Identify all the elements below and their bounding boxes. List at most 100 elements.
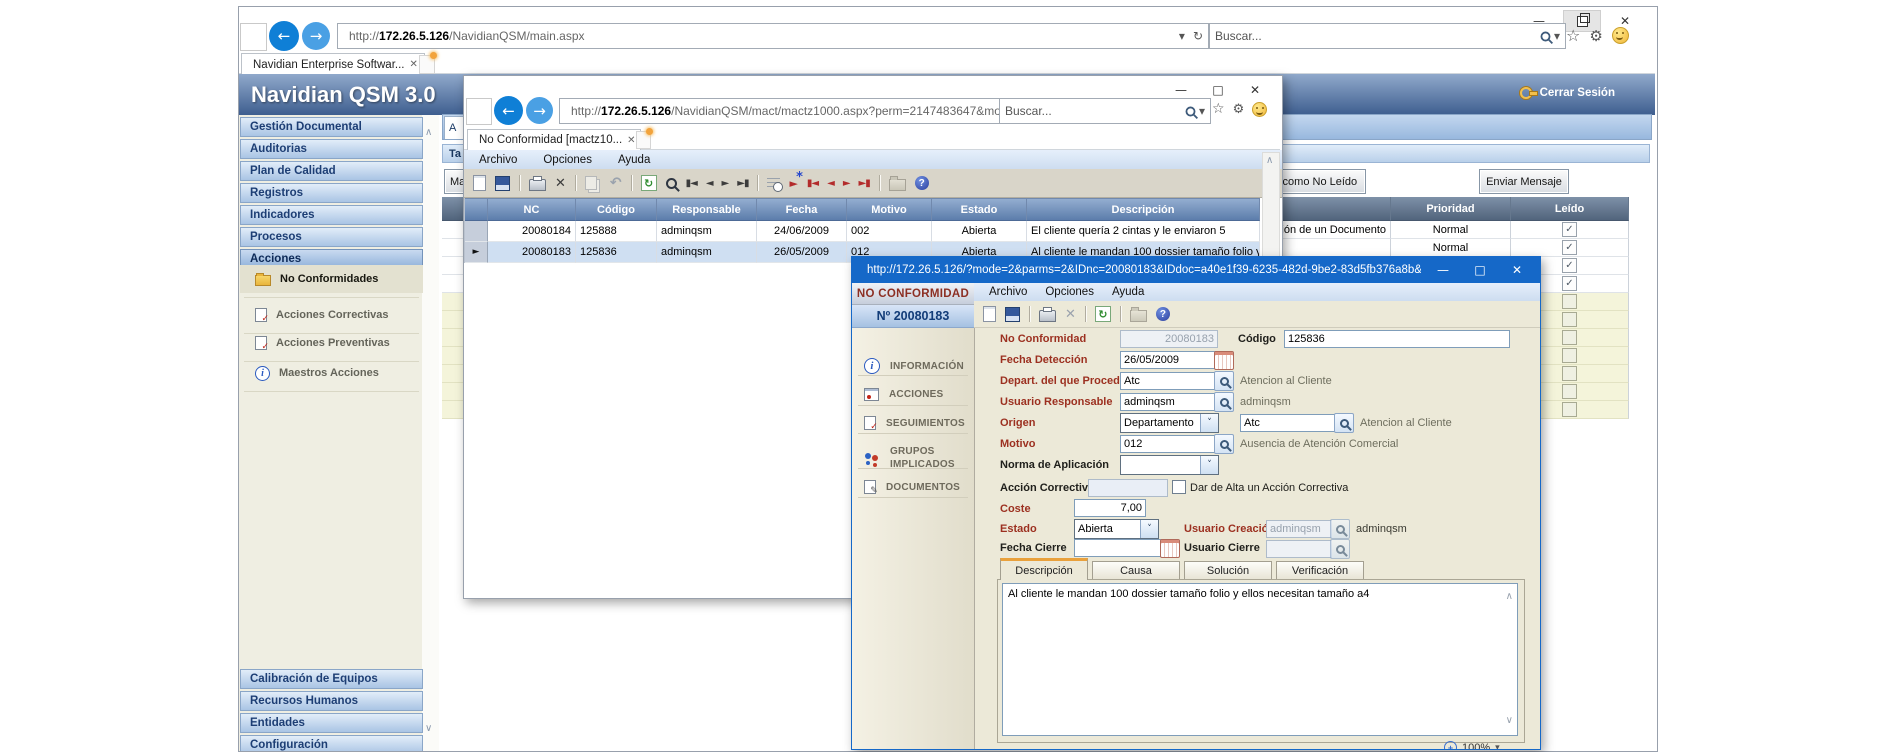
lookup-icon[interactable] [1330, 539, 1350, 559]
leido-checkbox[interactable] [1562, 402, 1577, 417]
sidebar-item-no-conformidades[interactable]: No Conformidades [240, 265, 423, 293]
new-tab-button[interactable] [636, 131, 651, 149]
print-icon[interactable] [529, 179, 546, 191]
field-fecha-deteccion[interactable]: 26/05/2009 [1120, 351, 1216, 369]
dar-alta-checkbox[interactable] [1172, 480, 1186, 494]
browser-tab[interactable]: No Conformidad [mactz10... ✕ [467, 129, 641, 151]
cell-nc[interactable]: 20080184 [488, 221, 576, 242]
lookup-icon[interactable] [1334, 413, 1354, 433]
cell-nc[interactable]: 20080183 [488, 242, 576, 263]
menu-ayuda[interactable]: Ayuda [1112, 286, 1144, 298]
leido-checkbox[interactable] [1562, 330, 1577, 345]
chevron-down-icon[interactable]: ▾ [1495, 743, 1500, 751]
close-button[interactable]: ✕ [1240, 80, 1270, 100]
col-header-descripcion[interactable]: Descripción [1027, 198, 1260, 221]
undo-icon[interactable]: ↶ [610, 175, 622, 191]
leido-checkbox[interactable] [1562, 312, 1577, 327]
sidebar-scroll-up-icon[interactable]: ∧ [425, 127, 432, 138]
panel-nav-acciones[interactable]: ACCIONES [864, 388, 943, 401]
lookup-icon[interactable] [1214, 371, 1234, 391]
next-record-icon[interactable]: ► [722, 178, 729, 189]
sidebar-item-recursos-humanos[interactable]: Recursos Humanos [240, 691, 423, 711]
chevron-down-icon[interactable]: ˅ [1140, 520, 1158, 538]
field-motivo[interactable]: 012 [1120, 435, 1216, 453]
sidebar-item-auditorias[interactable]: Auditorias [240, 139, 423, 159]
cell-prioridad[interactable]: Normal [1391, 239, 1511, 257]
cell-leido[interactable]: ✓ [1511, 221, 1629, 239]
folder-icon[interactable] [1130, 310, 1147, 322]
col-header-fecha[interactable]: Fecha [757, 198, 847, 221]
refresh-icon[interactable] [1095, 306, 1111, 322]
row-marker-cell[interactable]: ► [465, 242, 488, 263]
col-header-leido[interactable]: Leído [1511, 197, 1629, 221]
sidebar-item-registros[interactable]: Registros [240, 183, 423, 203]
menu-archivo[interactable]: Archivo [989, 286, 1027, 298]
panel-nav-informacion[interactable]: iINFORMACIÓN [864, 358, 964, 374]
col-header-motivo[interactable]: Motivo [847, 198, 932, 221]
new-record-icon[interactable]: ► [789, 177, 797, 190]
col-header-codigo[interactable]: Código [576, 198, 657, 221]
col-header-estado[interactable]: Estado [932, 198, 1027, 221]
zoom-status[interactable]: + 100% ▾ [1444, 741, 1500, 750]
prev-record-icon[interactable]: ◄ [706, 178, 713, 189]
tab-close-icon[interactable]: ✕ [627, 135, 635, 146]
calendar-icon[interactable] [1214, 351, 1234, 370]
cell-motivo[interactable]: 002 [847, 221, 932, 242]
save-icon[interactable] [495, 176, 510, 191]
panel-nav-documentos[interactable]: DOCUMENTOS [864, 480, 960, 494]
field-origen-code[interactable]: Atc [1240, 414, 1336, 432]
cell-responsable[interactable]: adminqsm [657, 242, 757, 263]
maximize-button[interactable]: □ [1203, 80, 1233, 100]
address-bar[interactable]: http://172.26.5.126/NavidianQSM/main.asp… [337, 23, 1209, 49]
last-page-icon[interactable]: ►▮ [859, 178, 870, 189]
history-icon[interactable] [767, 178, 780, 189]
forward-button[interactable]: → [302, 22, 330, 50]
sidebar-item-gestion-documental[interactable]: Gestión Documental [240, 117, 423, 137]
page-icon-button[interactable] [466, 98, 492, 125]
address-bar[interactable]: http://172.26.5.126/NavidianQSM/mact/mac… [559, 98, 1001, 124]
panel-nav-seguimientos[interactable]: SEGUIMIENTOS [864, 416, 965, 430]
leido-checkbox[interactable] [1562, 366, 1577, 381]
sidebar-item-indicadores[interactable]: Indicadores [240, 205, 423, 225]
tab-descripcion[interactable]: Descripción [1000, 558, 1088, 580]
row-marker-cell[interactable] [465, 221, 488, 242]
search-box[interactable]: Buscar... ▾ [1209, 23, 1566, 49]
favorites-star-icon[interactable]: ☆ [1566, 26, 1580, 45]
refresh-icon[interactable] [641, 175, 657, 191]
sidebar-item-maestros-acciones[interactable]: i Maestros Acciones [240, 359, 423, 387]
minimize-button[interactable]: — [1428, 257, 1458, 283]
sidebar-item-calibracion-de-equipos[interactable]: Calibración de Equipos [240, 669, 423, 689]
new-icon[interactable] [983, 306, 996, 322]
scroll-up-icon[interactable]: ∧ [1506, 590, 1513, 604]
browser-tab[interactable]: Navidian Enterprise Softwar... ✕ [241, 53, 425, 76]
logout-button[interactable]: Cerrar Sesión [1520, 87, 1615, 99]
back-button[interactable]: ← [494, 96, 523, 125]
search-icon[interactable]: ▾ [1185, 104, 1205, 118]
search-box[interactable]: Buscar... ▾ [999, 98, 1211, 124]
back-button[interactable]: ← [269, 21, 299, 51]
leido-checkbox[interactable]: ✓ [1562, 240, 1577, 255]
select-origen[interactable]: Departamento˅ [1120, 413, 1219, 433]
detail-titlebar[interactable]: http://172.26.5.126/?mode=2&parms=2&IDnc… [852, 257, 1540, 283]
leido-checkbox[interactable]: ✓ [1562, 276, 1577, 291]
settings-gear-icon[interactable]: ⚙ [1233, 102, 1245, 117]
col-header-prioridad[interactable]: Prioridad [1391, 197, 1511, 221]
delete-icon[interactable]: ✕ [1065, 307, 1076, 322]
search-icon[interactable]: ▾ [1540, 29, 1560, 43]
new-icon[interactable] [473, 175, 486, 191]
menu-opciones[interactable]: Opciones [1045, 286, 1094, 298]
leido-checkbox[interactable] [1562, 294, 1577, 309]
field-fecha-cierre[interactable] [1074, 539, 1162, 557]
new-tab-button[interactable] [419, 55, 435, 74]
refresh-icon[interactable]: ↻ [1193, 29, 1203, 43]
select-estado[interactable]: Abierta˅ [1074, 519, 1159, 539]
scroll-down-icon[interactable]: ∨ [1506, 714, 1513, 728]
sidebar-item-plan-de-calidad[interactable]: Plan de Calidad [240, 161, 423, 181]
send-message-button[interactable]: Enviar Mensaje [1479, 169, 1569, 194]
description-textarea[interactable]: Al cliente le mandan 100 dossier tamaño … [1002, 583, 1518, 736]
cell-leido[interactable]: ✓ [1511, 239, 1629, 257]
sidebar-item-acciones-preventivas[interactable]: Acciones Preventivas [240, 329, 423, 357]
field-codigo[interactable]: 125836 [1284, 330, 1510, 348]
tab-solucion[interactable]: Solución [1184, 561, 1272, 580]
leido-checkbox[interactable] [1562, 348, 1577, 363]
